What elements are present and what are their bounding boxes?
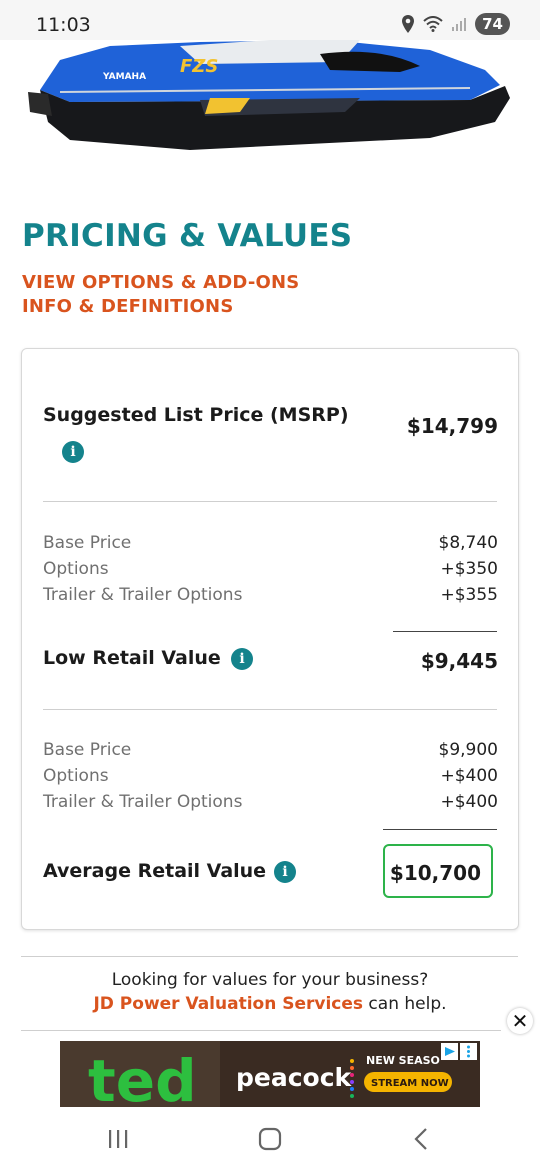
low-options-value: +$350: [440, 559, 498, 579]
home-icon[interactable]: [257, 1126, 283, 1152]
ad-cta: STREAM NOW: [371, 1078, 449, 1089]
status-time: 11:03: [36, 14, 91, 36]
status-bar: 11:03 74: [0, 0, 540, 40]
low-trailer-label: Trailer & Trailer Options: [43, 585, 243, 605]
low-base-price-label: Base Price: [43, 533, 132, 553]
ad-tagline: NEW SEASO: [366, 1054, 440, 1067]
back-icon[interactable]: [410, 1126, 432, 1152]
pricing-card: Suggested List Price (MSRP) i $14,799 Ba…: [21, 348, 519, 930]
low-trailer-value: +$355: [440, 585, 498, 605]
jd-power-link[interactable]: JD Power Valuation Services: [93, 994, 363, 1014]
sum-divider: [393, 631, 497, 632]
ad-network: peacock: [236, 1063, 353, 1092]
battery-icon: 74: [475, 13, 510, 35]
low-base-price-value: $8,740: [438, 533, 498, 553]
business-line: JD Power Valuation Services can help.: [0, 994, 540, 1014]
average-retail-value: $10,700: [389, 861, 481, 885]
avg-options-value: +$400: [440, 766, 498, 786]
msrp-label: Suggested List Price (MSRP): [43, 404, 349, 426]
close-icon[interactable]: ✕: [507, 1008, 533, 1034]
section-title: PRICING & VALUES: [22, 218, 353, 254]
status-icons: 74: [401, 13, 510, 35]
average-retail-label: Average Retail Value: [43, 860, 267, 882]
divider: [21, 1030, 501, 1031]
avg-base-price-label: Base Price: [43, 740, 132, 760]
low-retail-label: Low Retail Value: [43, 647, 221, 669]
avg-trailer-label: Trailer & Trailer Options: [43, 792, 243, 812]
average-retail-info-icon[interactable]: i: [274, 861, 296, 883]
signal-icon: [452, 18, 467, 31]
avg-options-label: Options: [43, 766, 109, 786]
low-retail-value: $9,445: [420, 649, 498, 673]
low-retail-info-icon[interactable]: i: [231, 648, 253, 670]
divider: [43, 709, 497, 710]
avg-base-price-value: $9,900: [438, 740, 498, 760]
msrp-info-icon[interactable]: i: [62, 441, 84, 463]
ad-brand: ted: [88, 1047, 197, 1107]
brand-logo: YAMAHA: [102, 72, 146, 82]
navigation-bar: [0, 1110, 540, 1170]
ad-banner[interactable]: ted peacock NEW SEASO STREAM NOW: [60, 1041, 480, 1107]
low-options-label: Options: [43, 559, 109, 579]
sum-divider: [383, 829, 497, 830]
divider: [21, 956, 518, 957]
jetski-image: YAMAHA FZS: [0, 40, 540, 160]
wifi-icon: [423, 16, 443, 32]
info-definitions-link[interactable]: INFO & DEFINITIONS: [22, 296, 234, 317]
recent-apps-icon[interactable]: [107, 1128, 131, 1150]
business-prompt: Looking for values for your business?: [111, 970, 429, 990]
msrp-value: $14,799: [406, 414, 498, 438]
model-logo: FZS: [180, 56, 218, 77]
business-suffix: can help.: [363, 994, 447, 1014]
avg-trailer-value: +$400: [440, 792, 498, 812]
location-icon: [402, 15, 415, 33]
divider: [43, 501, 497, 502]
view-options-link[interactable]: VIEW OPTIONS & ADD-ONS: [22, 272, 299, 293]
